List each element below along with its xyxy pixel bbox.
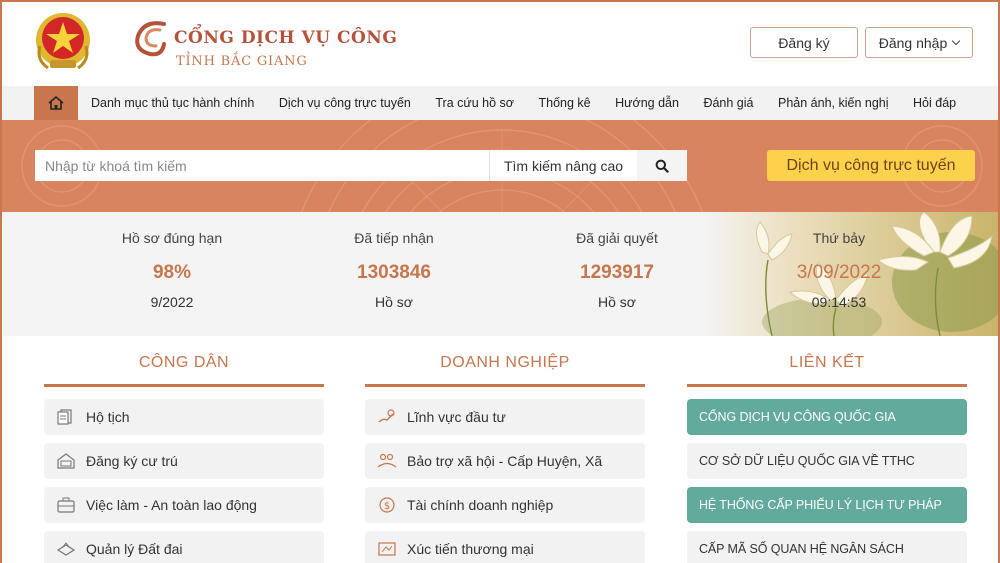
link-label: HỆ THỐNG CẤP PHIẾU LÝ LỊCH TƯ PHÁP xyxy=(699,498,942,512)
link-budget-code[interactable]: CẤP MÃ SỐ QUAN HỆ NGÂN SÁCH xyxy=(687,531,967,563)
list-item-label: Lĩnh vực đầu tư xyxy=(407,409,506,425)
svg-text:$: $ xyxy=(384,501,390,512)
stat-weekday: Thứ bảy xyxy=(812,230,866,246)
land-icon xyxy=(56,542,76,556)
business-title: DOANH NGHIỆP xyxy=(440,354,570,371)
link-label: CƠ SỞ DỮ LIỆU QUỐC GIA VỀ TTHC xyxy=(699,454,915,468)
link-label: CẤP MÃ SỐ QUAN HỆ NGÂN SÁCH xyxy=(699,542,904,556)
list-item[interactable]: Lĩnh vực đầu tư xyxy=(365,399,645,435)
site-logo[interactable]: CỔNG DỊCH VỤ CÔNG TỈNH BẮC GIANG xyxy=(130,14,397,74)
business-column: DOANH NGHIỆP Lĩnh vực đầu tư Bảo trợ xã … xyxy=(365,354,645,563)
search-box: Tìm kiếm nâng cao xyxy=(35,150,687,181)
brand-title: CỔNG DỊCH VỤ CÔNG xyxy=(174,28,398,48)
citizen-column: CÔNG DÂN Hộ tịch Đăng ký cư trú Việc làm… xyxy=(44,354,324,563)
nav-item-lookup[interactable]: Tra cứu hồ sơ xyxy=(435,96,514,110)
search-button[interactable] xyxy=(637,150,687,181)
stat-received-unit: Hồ sơ xyxy=(375,294,413,310)
home-button[interactable] xyxy=(34,86,78,120)
nav-item-rating[interactable]: Đánh giá xyxy=(703,96,753,110)
search-icon xyxy=(655,159,669,173)
stat-received-label: Đã tiếp nhận xyxy=(354,230,434,246)
list-item[interactable]: Đăng ký cư trú xyxy=(44,443,324,479)
list-item-label: Đăng ký cư trú xyxy=(86,453,178,469)
nav-item-online-services[interactable]: Dịch vụ công trực tuyến xyxy=(279,96,411,110)
advanced-search-label: Tìm kiếm nâng cao xyxy=(503,157,624,174)
link-label: CỔNG DỊCH VỤ CÔNG QUỐC GIA xyxy=(699,410,896,424)
stat-time: 09:14:53 xyxy=(811,294,867,310)
brand-subtitle: TỈNH BẮC GIANG xyxy=(176,54,308,69)
online-service-button[interactable]: Dịch vụ công trực tuyến xyxy=(767,150,975,181)
stats-panel: Hồ sơ đúng hạn 98% 9/2022 Đã tiếp nhận 1… xyxy=(2,212,998,336)
stat-on-time-value: 98% xyxy=(152,262,192,283)
citizen-title-rule xyxy=(44,384,324,387)
link-national-database[interactable]: CƠ SỞ DỮ LIỆU QUỐC GIA VỀ TTHC xyxy=(687,443,967,479)
investment-icon xyxy=(378,409,395,423)
list-item[interactable]: Quản lý Đất đai xyxy=(44,531,324,563)
residence-icon xyxy=(57,453,75,469)
stat-date-value: 3/09/2022 xyxy=(796,262,882,283)
home-icon xyxy=(48,95,64,110)
nav-item-procedures[interactable]: Danh mục thủ tục hành chính xyxy=(91,96,254,110)
trade-icon xyxy=(378,542,396,556)
list-item-label: Hộ tịch xyxy=(86,409,130,425)
list-item-label: Tài chính doanh nghiệp xyxy=(407,497,554,513)
stat-on-time-period: 9/2022 xyxy=(150,294,194,310)
list-item[interactable]: Xúc tiến thương mại xyxy=(365,531,645,563)
nav-item-statistics[interactable]: Thống kê xyxy=(539,96,591,110)
nav-items: Danh mục thủ tục hành chính Dịch vụ công… xyxy=(91,86,981,120)
dollar-icon: $ xyxy=(379,497,395,513)
login-label: Đăng nhập xyxy=(878,34,948,51)
list-item-label: Xúc tiến thương mại xyxy=(407,541,534,557)
links-title-rule xyxy=(687,384,967,387)
list-item[interactable]: Việc làm - An toàn lao động xyxy=(44,487,324,523)
register-button[interactable]: Đăng ký xyxy=(750,27,858,58)
nav-item-faq[interactable]: Hỏi đáp xyxy=(913,96,956,110)
link-national-portal[interactable]: CỔNG DỊCH VỤ CÔNG QUỐC GIA xyxy=(687,399,967,435)
list-item-label: Việc làm - An toàn lao động xyxy=(86,497,257,513)
national-emblem-icon[interactable] xyxy=(34,10,92,74)
page-frame: CỔNG DỊCH VỤ CÔNG TỈNH BẮC GIANG Đăng ký… xyxy=(0,0,1000,563)
list-item-label: Quản lý Đất đai xyxy=(86,541,183,557)
list-item[interactable]: Hộ tịch xyxy=(44,399,324,435)
stat-on-time-label: Hồ sơ đúng hạn xyxy=(121,230,223,246)
nav-item-feedback[interactable]: Phản ánh, kiến nghị xyxy=(778,96,889,110)
links-title: LIÊN KẾT xyxy=(789,354,865,371)
stat-received-value: 1303846 xyxy=(357,262,431,283)
business-title-rule xyxy=(365,384,645,387)
social-support-icon xyxy=(377,453,397,468)
list-item-label: Bảo trợ xã hội - Cấp Huyện, Xã xyxy=(407,453,603,469)
search-band: Tìm kiếm nâng cao Dịch vụ công trực tuyế… xyxy=(2,120,998,212)
civil-status-icon xyxy=(57,409,72,425)
nav-item-guide[interactable]: Hướng dẫn xyxy=(615,96,679,110)
advanced-search-button[interactable]: Tìm kiếm nâng cao xyxy=(489,150,637,181)
logo-swirl-icon xyxy=(135,21,166,57)
register-label: Đăng ký xyxy=(778,34,830,51)
main-nav: Danh mục thủ tục hành chính Dịch vụ công… xyxy=(2,86,998,120)
link-judicial-record[interactable]: HỆ THỐNG CẤP PHIẾU LÝ LỊCH TƯ PHÁP xyxy=(687,487,967,523)
links-column: LIÊN KẾT CỔNG DỊCH VỤ CÔNG QUỐC GIA CƠ S… xyxy=(687,354,967,563)
stat-resolved-unit: Hồ sơ xyxy=(598,294,636,310)
citizen-title: CÔNG DÂN xyxy=(138,354,230,371)
online-service-label: Dịch vụ công trực tuyến xyxy=(786,156,956,174)
stat-resolved-label: Đã giải quyết xyxy=(576,230,658,246)
stat-resolved-value: 1293917 xyxy=(580,262,654,283)
chevron-down-icon xyxy=(952,36,961,46)
site-header: CỔNG DỊCH VỤ CÔNG TỈNH BẮC GIANG Đăng ký… xyxy=(2,2,998,86)
list-item[interactable]: Bảo trợ xã hội - Cấp Huyện, Xã xyxy=(365,443,645,479)
list-item[interactable]: $ Tài chính doanh nghiệp xyxy=(365,487,645,523)
login-button[interactable]: Đăng nhập xyxy=(865,27,973,58)
briefcase-icon xyxy=(57,497,75,513)
search-input[interactable] xyxy=(35,150,489,181)
